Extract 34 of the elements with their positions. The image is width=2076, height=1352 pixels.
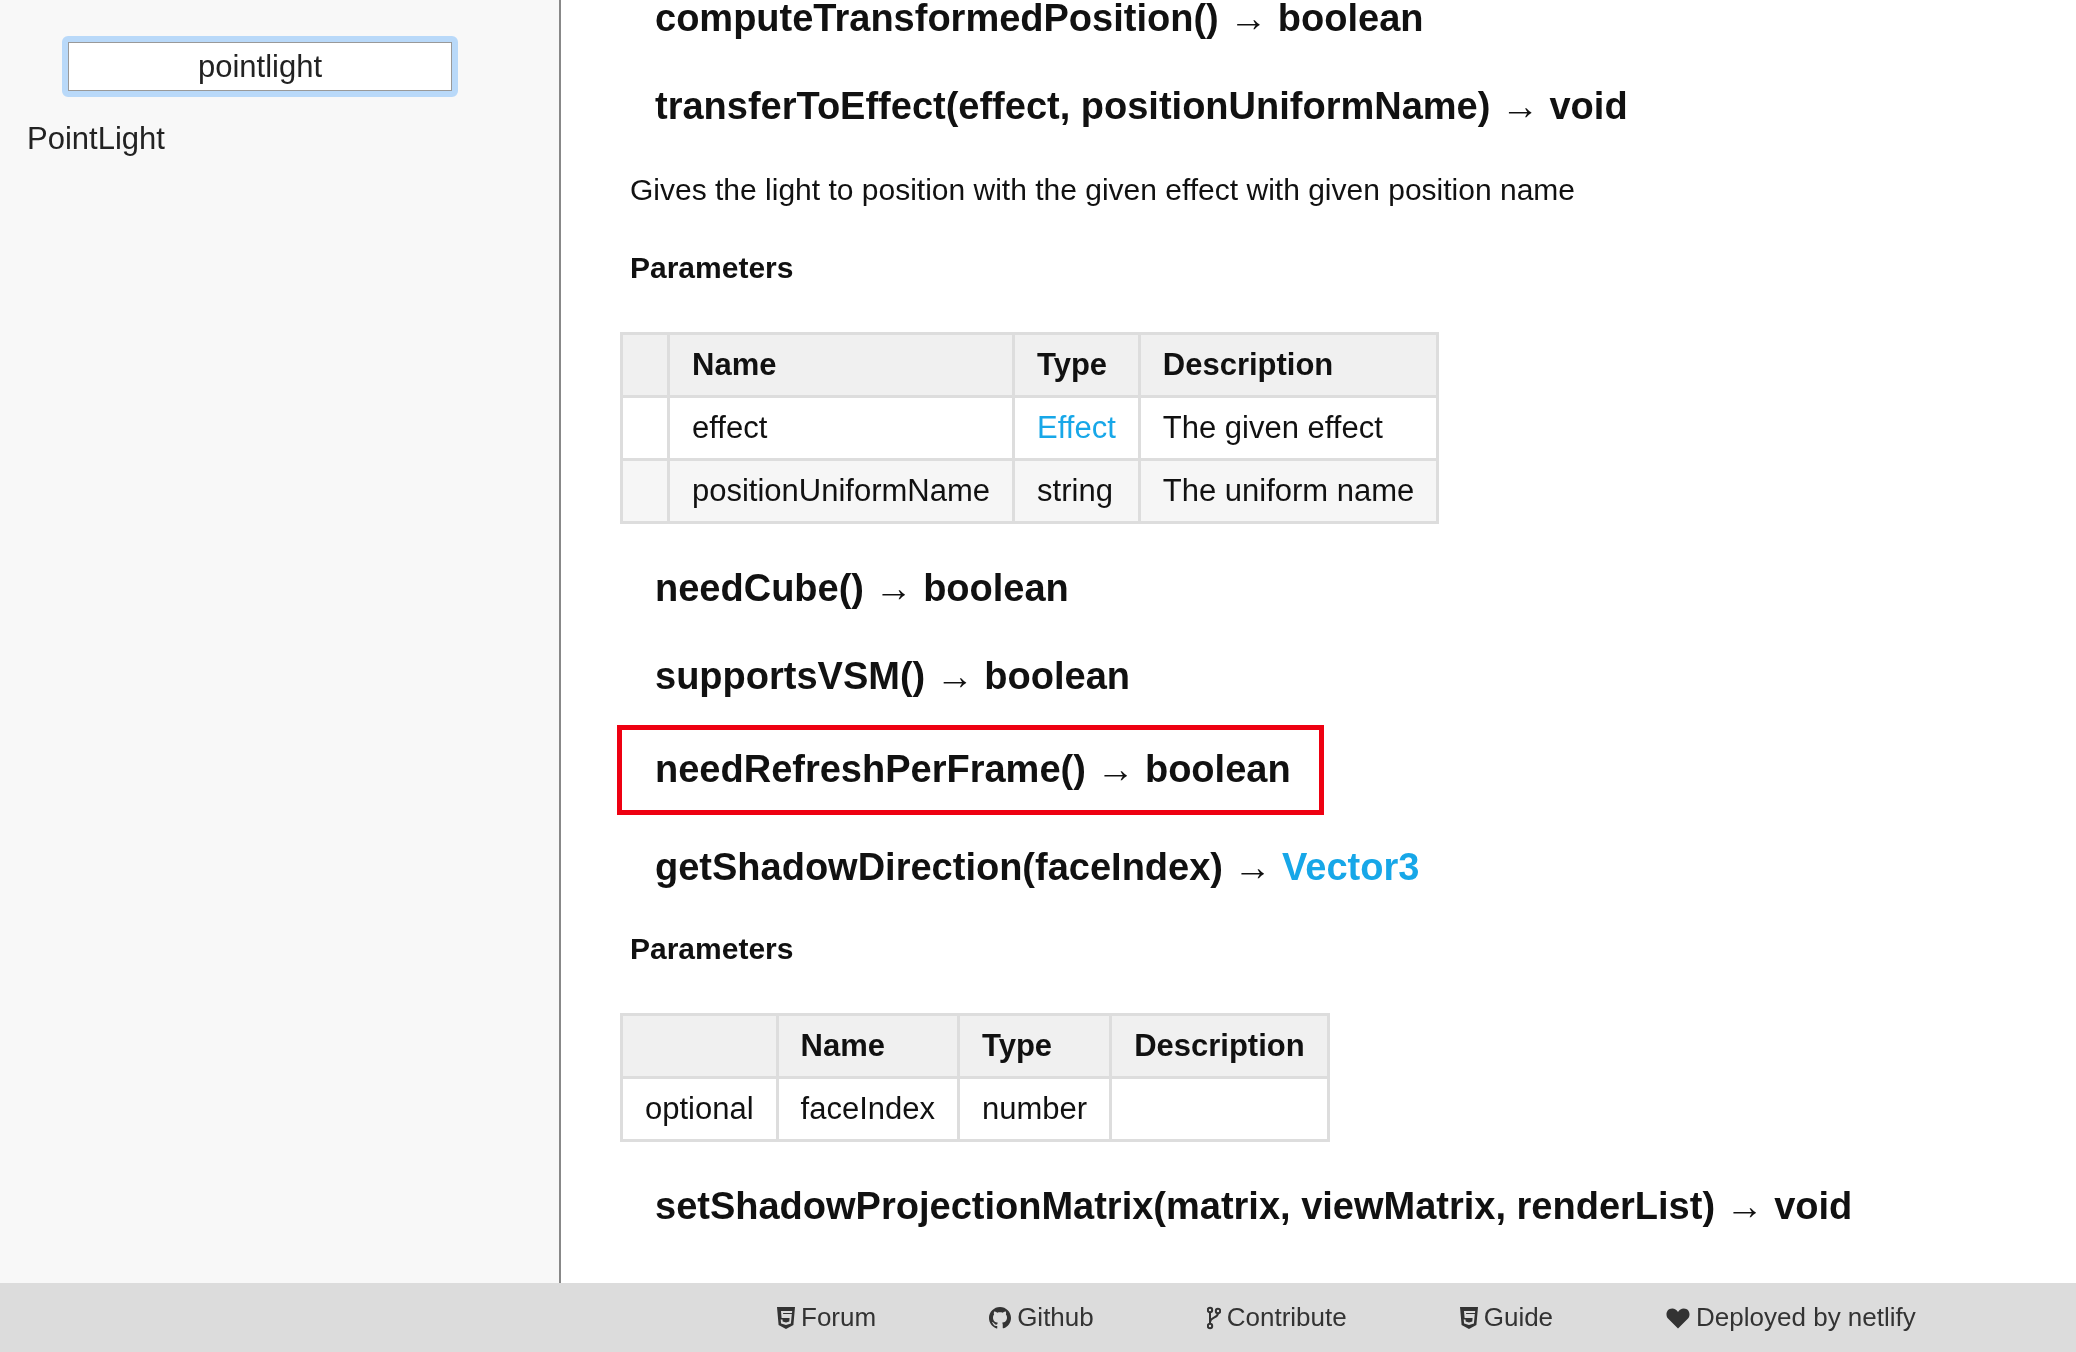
method-signature: setShadowProjectionMatrix(matrix, viewMatrix, renderList) → void [654, 1184, 1853, 1228]
column-header: Type [1013, 333, 1140, 397]
table-cell: faceIndex [777, 1077, 959, 1141]
method-signature: transferToEffect(effect, positionUniformName) → void [654, 84, 1628, 128]
method-signature: supportsVSM() → boolean [654, 654, 1130, 698]
footer-link[interactable]: Github [989, 1302, 1094, 1333]
column-header: Type [958, 1014, 1111, 1078]
table-cell: The uniform name [1139, 459, 1438, 523]
table-cell: optional [621, 1077, 778, 1141]
column-header: Name [777, 1014, 959, 1078]
footer-link[interactable]: Contribute [1206, 1302, 1347, 1333]
footer-link[interactable]: Guide [1459, 1302, 1554, 1333]
method-signature: needRefreshPerFrame() → boolean [654, 748, 1291, 791]
table-cell: positionUniformName [668, 459, 1014, 523]
table-cell: number [958, 1077, 1111, 1141]
method-signature: getShadowDirection(faceIndex) → Vector3 [654, 845, 1420, 889]
column-header: Name [668, 333, 1014, 397]
shield-icon [1459, 1306, 1478, 1329]
method-signature: computeTransformedPosition() → boolean [654, 0, 1424, 40]
branch-icon [1206, 1305, 1221, 1330]
shield-icon [777, 1306, 795, 1329]
table-cell: string [1013, 459, 1140, 523]
column-header: Description [1139, 333, 1438, 397]
search-field[interactable]: pointlight [62, 36, 458, 97]
footer-link[interactable]: Forum [777, 1302, 877, 1333]
sidebar-item[interactable]: PointLight [27, 121, 165, 157]
footer-link[interactable]: Deployed by netlify [1666, 1302, 1916, 1333]
description-text: Gives the light to position with the given effect with given position name [629, 173, 1575, 207]
section-heading: Parameters [629, 932, 794, 966]
section-heading: Parameters [629, 251, 794, 285]
heart-icon [1666, 1306, 1691, 1329]
method-signature: needCube() → boolean [654, 566, 1069, 610]
column-header: Description [1110, 1014, 1329, 1078]
github-icon [989, 1306, 1012, 1329]
